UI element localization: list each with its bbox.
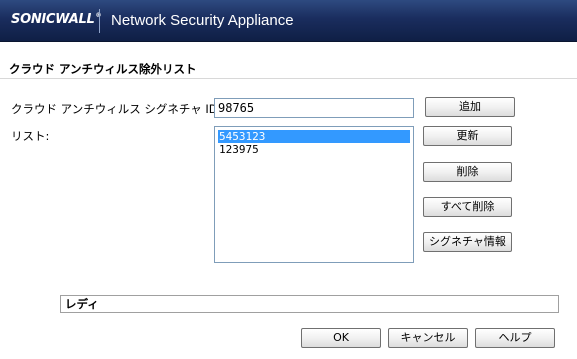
cancel-button[interactable]: キャンセル	[388, 328, 468, 348]
title-divider	[0, 78, 577, 79]
sonicwall-logo: SONICWALL®	[11, 12, 101, 27]
help-button[interactable]: ヘルプ	[475, 328, 555, 348]
list-item[interactable]: 5453123	[218, 130, 410, 143]
delete-all-button[interactable]: すべて削除	[423, 197, 512, 217]
app-title: Network Security Appliance	[111, 12, 294, 29]
logo-text: SONICWALL	[11, 12, 95, 27]
signature-id-input[interactable]	[214, 98, 414, 118]
list-label: リスト:	[11, 129, 50, 143]
refresh-button[interactable]: 更新	[423, 126, 512, 146]
delete-button[interactable]: 削除	[423, 162, 512, 182]
signature-info-button[interactable]: シグネチャ情報	[423, 232, 512, 252]
list-item[interactable]: 123975	[218, 143, 410, 156]
page-title: クラウド アンチウィルス除外リスト	[9, 62, 197, 76]
exclusion-listbox[interactable]: 5453123 123975	[214, 126, 414, 263]
app-header: SONICWALL® Network Security Appliance	[0, 0, 577, 42]
status-bar: レディ	[60, 295, 559, 313]
signature-id-label: クラウド アンチウィルス シグネチャ ID:	[11, 102, 222, 116]
add-button[interactable]: 追加	[425, 97, 515, 117]
header-divider	[99, 9, 100, 33]
ok-button[interactable]: OK	[301, 328, 381, 348]
